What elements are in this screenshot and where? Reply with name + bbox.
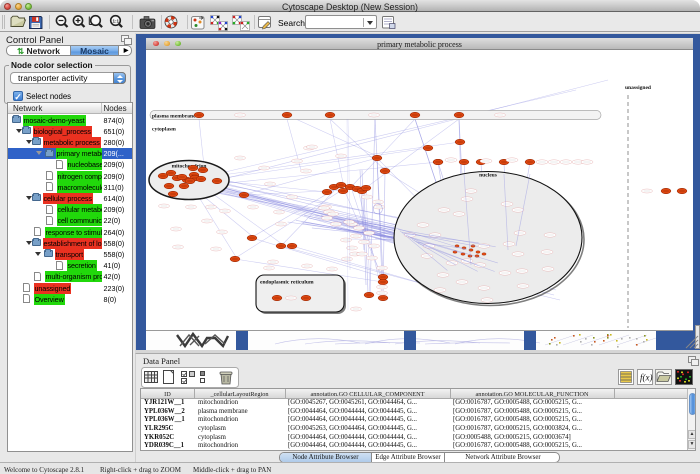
svg-text:cytoplasm: cytoplasm [152, 127, 176, 133]
svg-text:unassigned: unassigned [625, 85, 651, 91]
svg-text:endoplasmic reticulum: endoplasmic reticulum [260, 280, 314, 286]
svg-text:1:1: 1:1 [113, 19, 120, 24]
svg-text:plasma membrane: plasma membrane [152, 114, 196, 120]
svg-text:nucleus: nucleus [479, 173, 497, 179]
svg-text:f(x): f(x) [640, 373, 653, 383]
